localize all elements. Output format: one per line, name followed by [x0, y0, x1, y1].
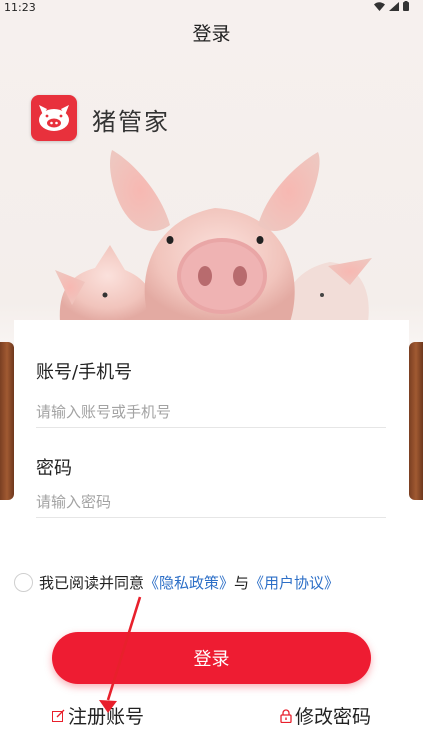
edit-icon — [52, 709, 65, 722]
login-button[interactable]: 登录 — [52, 632, 371, 684]
agreement-text: 我已阅读并同意 — [39, 574, 145, 592]
agreement-checkbox[interactable] — [14, 573, 33, 592]
wood-panel-right — [409, 342, 423, 500]
hero-banner: 猪管家 — [0, 90, 423, 322]
signal-icon — [389, 1, 399, 14]
app-logo — [31, 95, 77, 141]
agreement-row: 我已阅读并同意 《隐私政策》 与 《用户协议》 — [14, 572, 339, 593]
privacy-policy-link[interactable]: 《隐私政策》 — [144, 572, 234, 593]
lock-icon — [280, 708, 292, 723]
register-label: 注册账号 — [68, 706, 145, 728]
account-label: 账号/手机号 — [36, 362, 133, 383]
status-bar: 11:23 — [0, 0, 423, 16]
user-agreement-link[interactable]: 《用户协议》 — [249, 572, 339, 593]
wood-panel-left — [0, 342, 14, 500]
change-password-label: 修改密码 — [294, 706, 371, 728]
page-title: 登录 — [192, 23, 231, 45]
status-icons — [374, 1, 409, 14]
password-input[interactable] — [36, 487, 386, 518]
register-link[interactable]: 注册账号 — [52, 702, 144, 729]
app-name: 猪管家 — [92, 108, 170, 136]
account-input[interactable] — [36, 397, 386, 428]
login-screen: 11:23 登录 猪管家 账号/手机号 请输入账号或手机号 密码 我已阅读并同意… — [0, 0, 423, 756]
battery-icon — [403, 1, 409, 14]
agreement-conjunction: 与 — [234, 574, 250, 592]
wifi-icon — [374, 1, 385, 14]
pig-logo-icon — [39, 105, 69, 131]
login-form-card: 账号/手机号 密码 — [14, 320, 409, 560]
status-time: 11:23 — [4, 1, 36, 14]
password-label: 密码 — [36, 458, 72, 479]
change-password-link[interactable]: 修改密码 — [280, 702, 371, 729]
